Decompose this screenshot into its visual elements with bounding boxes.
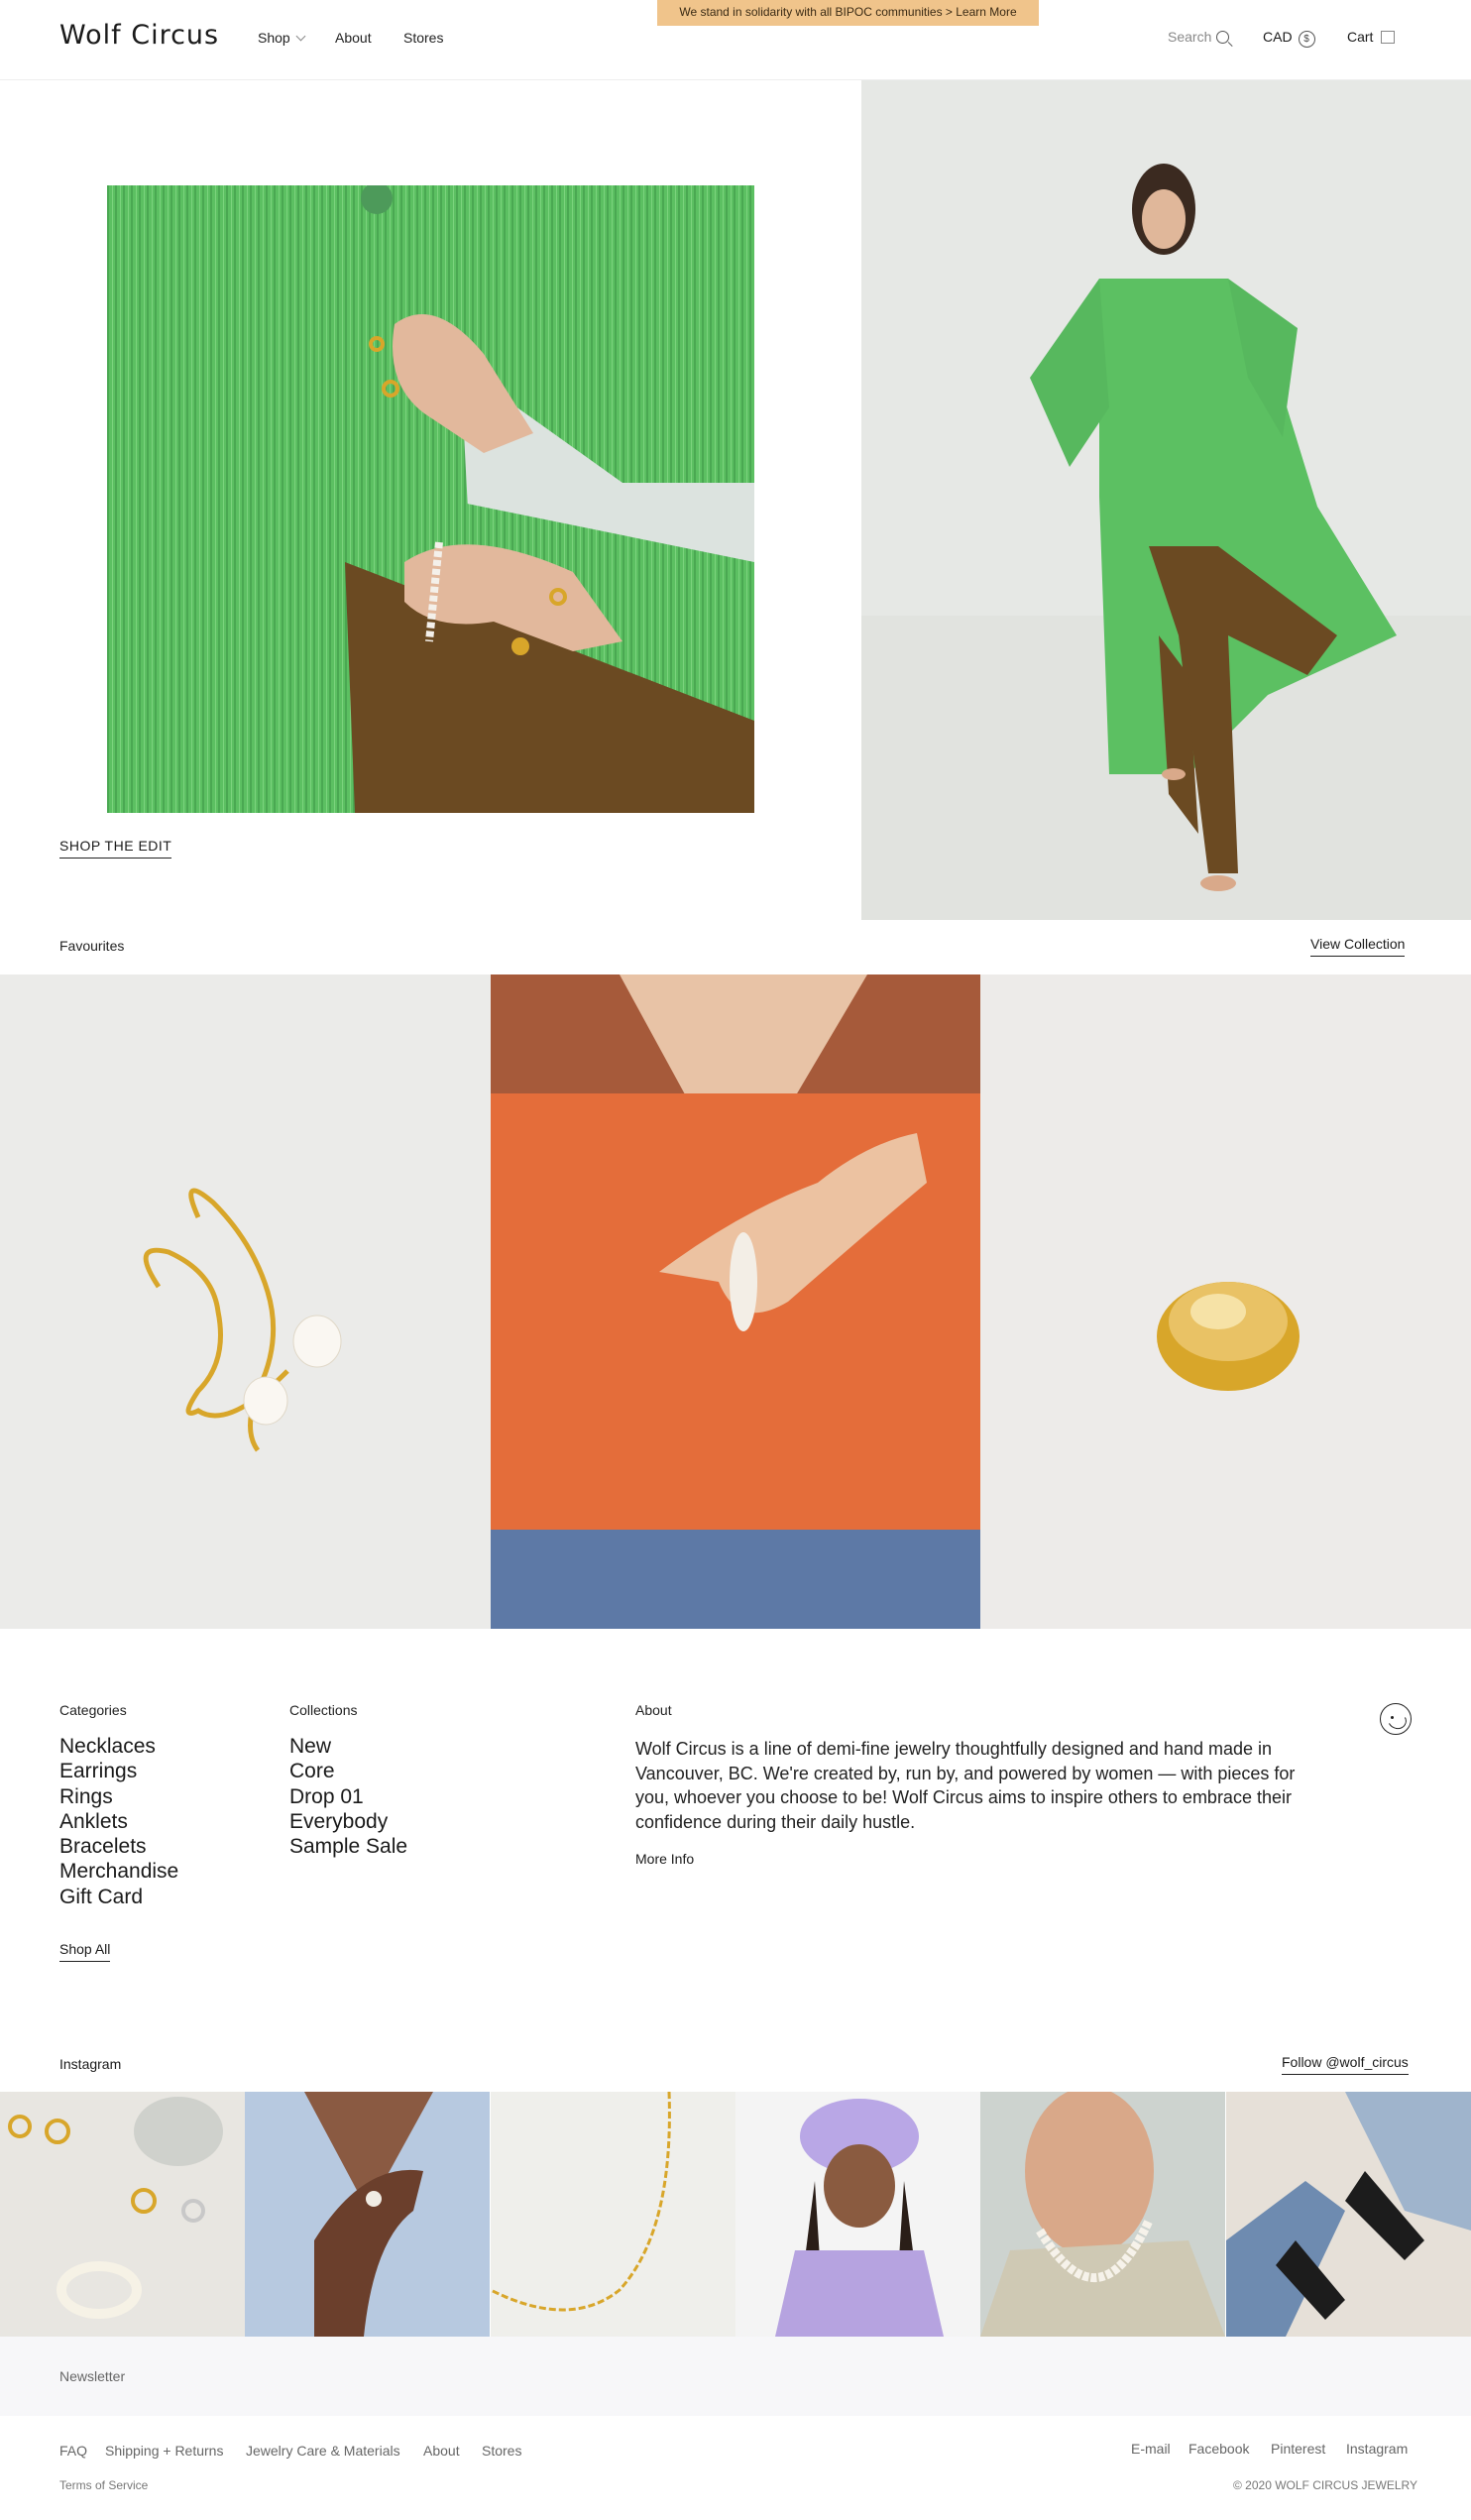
ring-photo xyxy=(980,974,1471,1629)
footer-link-faq[interactable]: FAQ xyxy=(59,2443,87,2459)
about-text: Wolf Circus is a line of demi-fine jewel… xyxy=(635,1739,1296,1832)
anklet-heels-photo xyxy=(1226,2092,1471,2337)
collection-new[interactable]: New xyxy=(289,1734,407,1759)
nav-shop-label: Shop xyxy=(258,30,290,46)
instagram-title: Instagram xyxy=(59,2056,122,2072)
man-necklace-photo xyxy=(980,2092,1225,2337)
about-heading: About xyxy=(635,1702,672,1718)
hero-full-photo xyxy=(861,80,1471,920)
hero-image-full[interactable] xyxy=(861,80,1471,920)
search-button[interactable]: Search xyxy=(1168,29,1230,45)
instagram-post[interactable] xyxy=(1226,2092,1471,2337)
copyright: © 2020 WOLF CIRCUS JEWELRY xyxy=(1233,2478,1417,2492)
site-logo[interactable]: Wolf Circus xyxy=(59,20,219,51)
categories-list: Necklaces Earrings Rings Anklets Bracele… xyxy=(59,1734,178,1909)
hero-image-detail[interactable] xyxy=(107,185,754,813)
bracelet-model-photo xyxy=(491,974,980,1629)
currency-label: CAD xyxy=(1263,29,1293,45)
shop-all-link[interactable]: Shop All xyxy=(59,1941,111,1962)
shop-the-edit-link[interactable]: SHOP THE EDIT xyxy=(59,838,172,859)
bucket-hat-photo xyxy=(736,2092,980,2337)
nav-about[interactable]: About xyxy=(335,30,372,46)
footer-link-stores[interactable]: Stores xyxy=(482,2443,521,2459)
newsletter-section xyxy=(0,2337,1471,2416)
cart-label: Cart xyxy=(1347,29,1374,45)
cart-icon xyxy=(1381,31,1396,44)
social-link-pinterest[interactable]: Pinterest xyxy=(1271,2441,1325,2457)
footer-link-about[interactable]: About xyxy=(423,2443,460,2459)
instagram-post[interactable] xyxy=(491,2092,736,2337)
shirt-ring-photo xyxy=(245,2092,490,2337)
hero-detail-photo xyxy=(107,185,754,813)
rings-flatlay-photo xyxy=(0,2092,245,2337)
announcement-bar[interactable]: We stand in solidarity with all BIPOC co… xyxy=(657,0,1039,26)
footer-link-jewelry-care[interactable]: Jewelry Care & Materials xyxy=(246,2443,400,2459)
social-link-email[interactable]: E-mail xyxy=(1131,2441,1171,2457)
nav-stores[interactable]: Stores xyxy=(403,30,443,46)
collection-sample-sale[interactable]: Sample Sale xyxy=(289,1834,407,1859)
view-collection-link[interactable]: View Collection xyxy=(1310,936,1406,957)
smiley-logo-icon xyxy=(1380,1703,1412,1735)
collections-heading: Collections xyxy=(289,1702,358,1718)
social-link-instagram[interactable]: Instagram xyxy=(1346,2441,1408,2457)
collection-everybody[interactable]: Everybody xyxy=(289,1809,407,1834)
category-anklets[interactable]: Anklets xyxy=(59,1809,178,1834)
footer-link-shipping[interactable]: Shipping + Returns xyxy=(105,2443,223,2459)
chevron-down-icon xyxy=(295,31,306,42)
dollar-icon: $ xyxy=(1298,31,1315,48)
instagram-post[interactable] xyxy=(980,2092,1225,2337)
instagram-post[interactable] xyxy=(245,2092,490,2337)
earrings-photo xyxy=(0,974,491,1629)
category-gift-card[interactable]: Gift Card xyxy=(59,1885,178,1909)
instagram-post[interactable] xyxy=(736,2092,980,2337)
favourites-title: Favourites xyxy=(59,938,125,954)
collection-drop-01[interactable]: Drop 01 xyxy=(289,1784,407,1809)
favourite-ring[interactable] xyxy=(980,974,1471,1629)
category-necklaces[interactable]: Necklaces xyxy=(59,1734,178,1759)
category-merchandise[interactable]: Merchandise xyxy=(59,1859,178,1884)
chain-necklace-photo xyxy=(491,2092,736,2337)
newsletter-label[interactable]: Newsletter xyxy=(59,2368,125,2384)
favourite-earrings[interactable] xyxy=(0,974,491,1629)
favourite-bracelet-model[interactable] xyxy=(491,974,980,1629)
instagram-post[interactable] xyxy=(0,2092,245,2337)
more-info-link[interactable]: More Info xyxy=(635,1851,694,1867)
instagram-follow-link[interactable]: Follow @wolf_circus xyxy=(1282,2054,1409,2075)
cart-button[interactable]: Cart xyxy=(1347,29,1396,45)
search-icon xyxy=(1216,31,1230,44)
category-earrings[interactable]: Earrings xyxy=(59,1759,178,1783)
category-bracelets[interactable]: Bracelets xyxy=(59,1834,178,1859)
social-link-facebook[interactable]: Facebook xyxy=(1188,2441,1249,2457)
terms-of-service-link[interactable]: Terms of Service xyxy=(59,2478,148,2492)
collection-core[interactable]: Core xyxy=(289,1759,407,1783)
currency-selector[interactable]: CAD $ xyxy=(1263,29,1315,48)
search-label: Search xyxy=(1168,29,1212,45)
collections-list: New Core Drop 01 Everybody Sample Sale xyxy=(289,1734,407,1859)
category-rings[interactable]: Rings xyxy=(59,1784,178,1809)
categories-heading: Categories xyxy=(59,1702,127,1718)
nav-shop[interactable]: Shop xyxy=(258,30,306,46)
